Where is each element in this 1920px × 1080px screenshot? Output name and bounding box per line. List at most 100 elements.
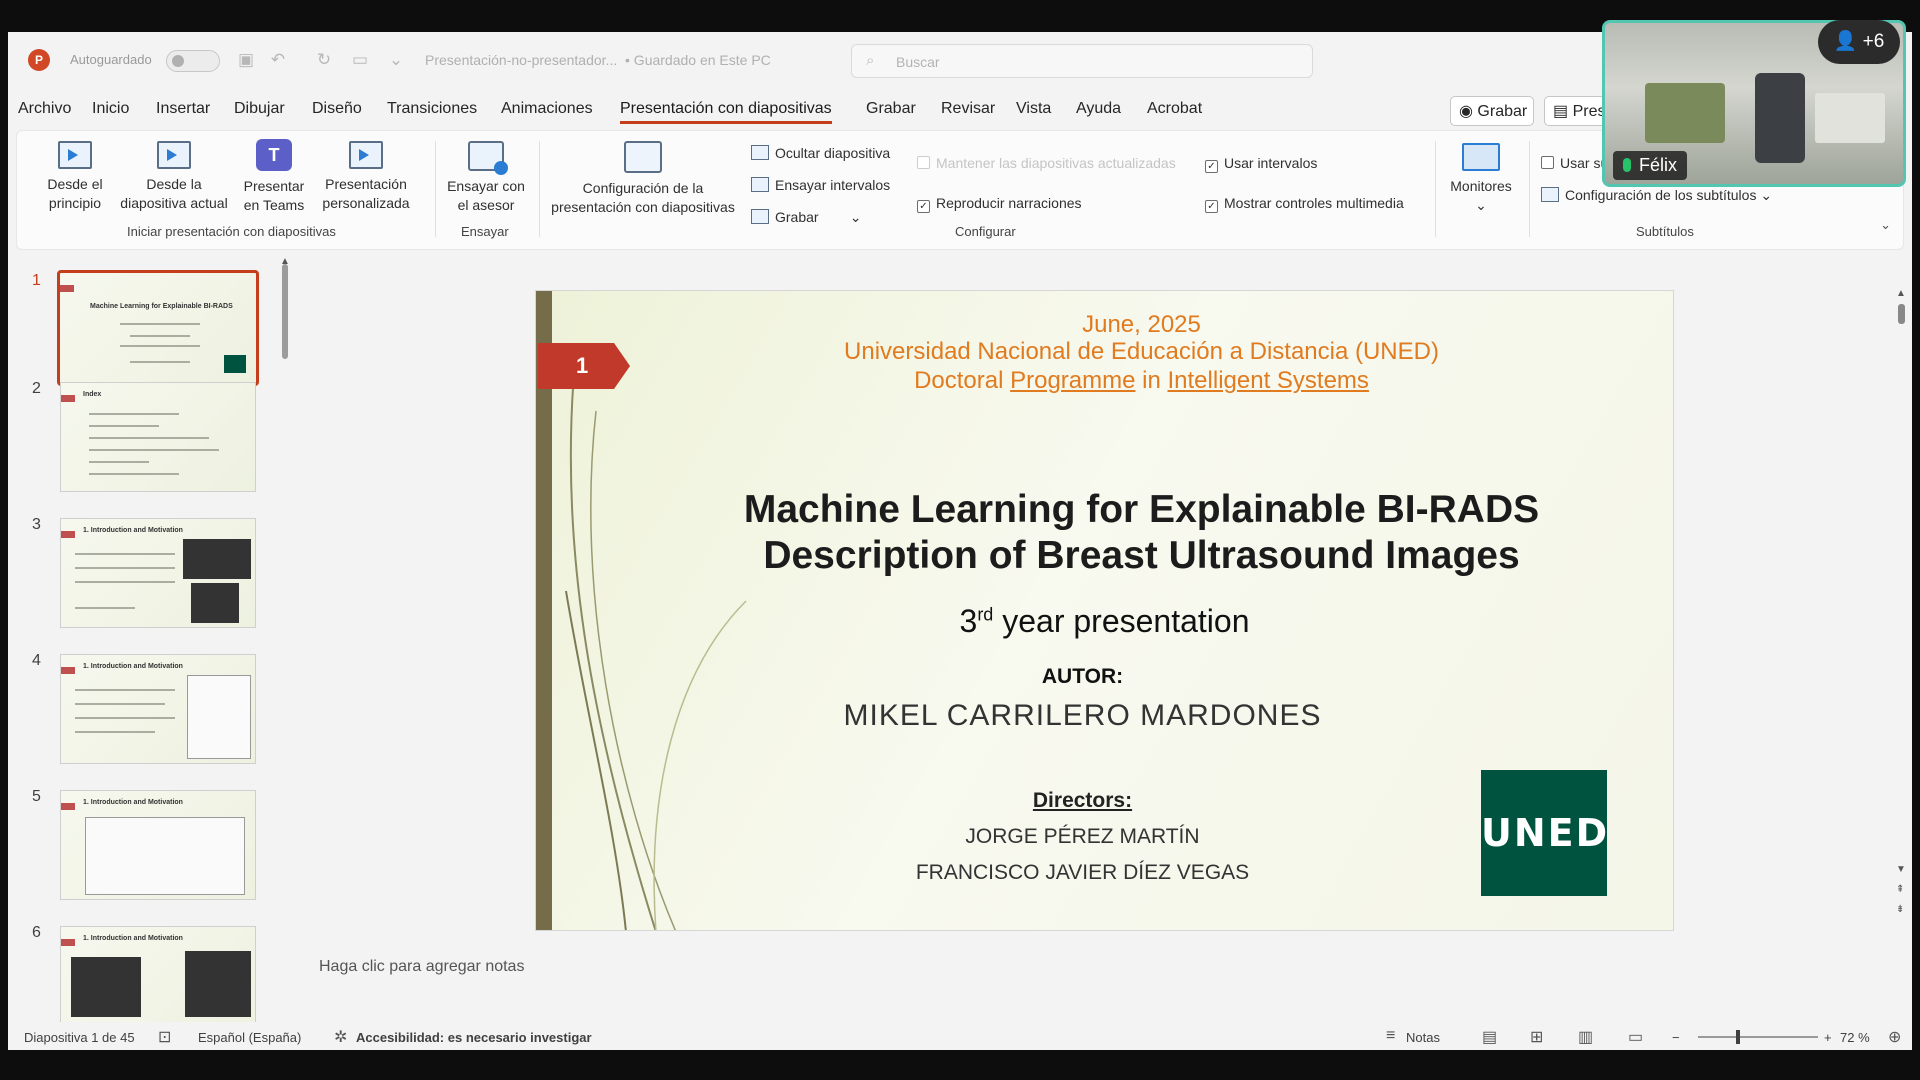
hide-slide-button[interactable]: Ocultar diapositiva: [751, 145, 890, 161]
document-title[interactable]: Presentación-no-presentador... • Guardad…: [425, 52, 771, 68]
custom-slide-show-button[interactable]: Presentación personalizada: [309, 141, 423, 213]
set-up-slide-show-button[interactable]: Configuración de la presentación con dia…: [545, 141, 741, 217]
from-beginning-button[interactable]: Desde el principio: [35, 141, 115, 213]
save-icon[interactable]: ▣: [236, 50, 256, 70]
notes-button[interactable]: Notas: [1406, 1030, 1440, 1045]
thumbnail-table: [187, 675, 251, 759]
spelling-check-icon[interactable]: ⊡: [158, 1027, 171, 1047]
tab-ayuda[interactable]: Ayuda: [1076, 100, 1121, 118]
zoom-slider-knob[interactable]: [1736, 1030, 1740, 1044]
present-from-start-icon[interactable]: ▭: [350, 50, 370, 70]
show-media-controls-checkbox[interactable]: ✓ Mostrar controles multimedia: [1205, 195, 1404, 213]
author-label: AUTOR:: [1041, 665, 1124, 688]
thumbnails-scrollbar[interactable]: ▲ ▼: [280, 256, 290, 1044]
tab-vista[interactable]: Vista: [1016, 100, 1051, 118]
language-indicator[interactable]: Español (España): [198, 1030, 301, 1045]
thumbnail-flag: [61, 531, 75, 538]
tab-transiciones[interactable]: Transiciones: [387, 100, 477, 118]
scrollbar-thumb[interactable]: [1898, 304, 1905, 324]
slide-thumbnail-5[interactable]: 1. Introduction and Motivation: [60, 790, 256, 900]
editor-scrollbar[interactable]: ▲ ▼ ⇞ ⇟: [1896, 288, 1908, 930]
scroll-up-icon[interactable]: ▲: [280, 256, 290, 267]
tab-dibujar[interactable]: Dibujar: [234, 100, 285, 118]
tab-presentacion-con-diapositivas[interactable]: Presentación con diapositivas: [620, 100, 832, 124]
slide-show-icon[interactable]: ▭: [1628, 1027, 1643, 1047]
tab-animaciones[interactable]: Animaciones: [501, 100, 593, 118]
group-label-setup: Configurar: [955, 224, 1016, 239]
record-dropdown[interactable]: Grabar ⌄: [751, 209, 861, 226]
record-button[interactable]: ◉ Grabar: [1450, 96, 1534, 126]
tab-diseno[interactable]: Diseño: [312, 100, 362, 118]
rehearse-timings-label: Ensayar intervalos: [775, 177, 891, 193]
search-icon: ⌕: [866, 52, 875, 69]
slide-thumbnail-3[interactable]: 1. Introduction and Motivation: [60, 518, 256, 628]
rehearse-with-coach-button[interactable]: Ensayar con el asesor: [441, 141, 531, 215]
redo-icon[interactable]: ↻: [314, 50, 334, 70]
video-scene-person: [1755, 73, 1805, 163]
thumbnail-text-line: [130, 335, 190, 337]
intelligent-systems-link[interactable]: Intelligent Systems: [1168, 367, 1369, 394]
from-current-slide-icon: [157, 141, 191, 169]
keep-slides-updated-checkbox[interactable]: Mantener las diapositivas actualizadas: [917, 155, 1176, 171]
fit-to-window-icon[interactable]: ⊕: [1888, 1027, 1901, 1047]
use-subtitles-checkbox[interactable]: Usar su: [1541, 155, 1608, 171]
thumbnail-text-line: [75, 689, 175, 691]
zoom-in-icon[interactable]: +: [1824, 1030, 1832, 1045]
subtitle-settings-label: Configuración de los subtítulos: [1565, 187, 1757, 203]
reading-view-icon[interactable]: ▥: [1578, 1027, 1593, 1047]
collapse-ribbon-icon[interactable]: ⌄: [1880, 217, 1891, 233]
thumbnail-flag: [60, 285, 74, 292]
show-media-controls-label: Mostrar controles multimedia: [1224, 195, 1404, 211]
play-narrations-checkbox[interactable]: ✓ Reproducir narraciones: [917, 195, 1082, 213]
slide-canvas[interactable]: 1 June, 2025 Universidad Nacional de Edu…: [535, 290, 1674, 931]
tab-insertar[interactable]: Insertar: [156, 100, 210, 118]
tab-grabar[interactable]: Grabar: [866, 100, 916, 118]
programme-link[interactable]: Programme: [1010, 367, 1135, 394]
next-slide-icon[interactable]: ⇟: [1896, 904, 1904, 915]
thumbnail-number: 4: [32, 652, 41, 669]
record-label: Grabar: [775, 209, 819, 225]
previous-slide-icon[interactable]: ⇞: [1896, 884, 1904, 895]
accessibility-status[interactable]: Accesibilidad: es necesario investigar: [356, 1030, 592, 1045]
use-timings-checkbox[interactable]: ✓ Usar intervalos: [1205, 155, 1317, 173]
tab-archivo[interactable]: Archivo: [18, 100, 71, 118]
slide-thumbnail-4[interactable]: 1. Introduction and Motivation: [60, 654, 256, 764]
author-name: MIKEL CARRILERO MARDONES: [843, 699, 1322, 732]
participants-badge[interactable]: 👤 +6: [1818, 20, 1900, 64]
normal-view-icon[interactable]: ▤: [1482, 1027, 1497, 1047]
video-scene-object: [1815, 93, 1885, 143]
present-in-teams-button[interactable]: T Presentar en Teams: [239, 139, 309, 215]
tab-acrobat[interactable]: Acrobat: [1147, 100, 1202, 118]
thumbnail-text-line: [75, 581, 175, 583]
zoom-slider[interactable]: [1698, 1030, 1818, 1044]
subtitle-text: year presentation: [993, 603, 1250, 639]
scrollbar-thumb[interactable]: [282, 264, 288, 359]
search-box[interactable]: ⌕ Buscar: [851, 44, 1313, 78]
customize-toolbar-icon[interactable]: ⌄: [386, 50, 406, 70]
thumbnail-text-line: [89, 473, 179, 475]
subtitle-number: 3: [959, 603, 978, 639]
tab-inicio[interactable]: Inicio: [92, 100, 129, 118]
monitors-dropdown[interactable]: Monitores ⌄: [1441, 143, 1521, 215]
checkbox-box: [917, 156, 930, 169]
thumbnail-logo: [224, 355, 246, 373]
participant-name: Félix: [1639, 155, 1678, 175]
scroll-up-icon[interactable]: ▲: [1896, 288, 1906, 299]
subtitle-settings-dropdown[interactable]: Configuración de los subtítulos ⌄: [1541, 187, 1772, 204]
slide-thumbnail-2[interactable]: Index: [60, 382, 256, 492]
scroll-down-icon[interactable]: ▼: [1896, 864, 1906, 875]
zoom-out-icon[interactable]: −: [1672, 1030, 1680, 1045]
notes-placeholder[interactable]: Haga clic para agregar notas: [319, 958, 524, 976]
slide-thumbnail-6[interactable]: 1. Introduction and Motivation: [60, 926, 256, 1036]
thumbnail-image: [183, 539, 251, 579]
from-current-slide-button[interactable]: Desde la diapositiva actual: [109, 141, 239, 213]
autosave-toggle[interactable]: [166, 50, 220, 72]
teams-icon: T: [256, 139, 292, 171]
slide-sorter-icon[interactable]: ⊞: [1530, 1027, 1543, 1047]
undo-icon[interactable]: ↶: [268, 50, 288, 70]
zoom-level[interactable]: 72 %: [1840, 1030, 1870, 1045]
rehearse-timings-button[interactable]: Ensayar intervalos: [751, 177, 890, 193]
present-teams-label-1: Presentar: [243, 178, 305, 194]
tab-revisar[interactable]: Revisar: [941, 100, 995, 118]
slide-thumbnail-1[interactable]: Machine Learning for Explainable BI-RADS: [57, 270, 259, 386]
